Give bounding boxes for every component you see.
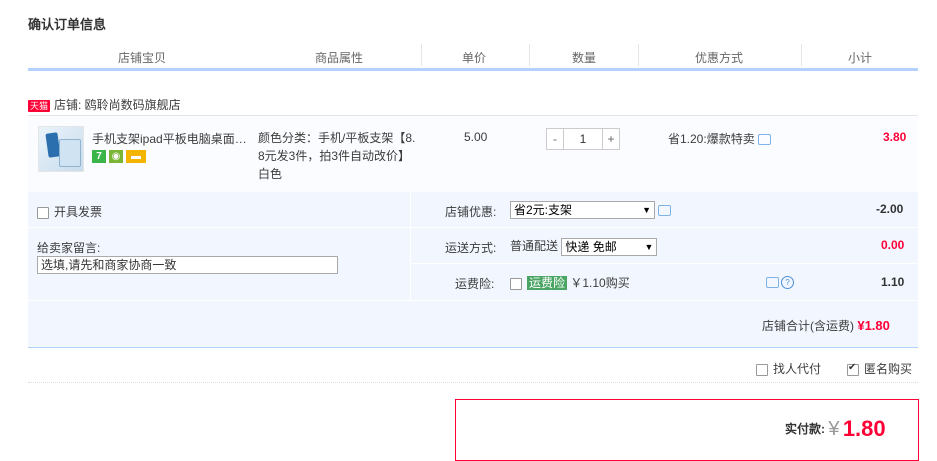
seller-message-input[interactable]: 选填,请先和商家协商一致: [37, 256, 338, 274]
insurance-tag: 运费险: [527, 276, 568, 290]
col-divider: [801, 44, 802, 66]
attr-line: 白色: [258, 167, 283, 181]
tmall-badge-icon: 天猫: [28, 99, 51, 112]
col-shop-item: 店铺宝贝: [118, 51, 167, 65]
proxy-pay-checkbox[interactable]: [756, 363, 768, 376]
column-header: 店铺宝贝 商品属性 单价 数量 优惠方式 小计: [28, 44, 918, 71]
col-divider: [638, 44, 639, 66]
proxy-pay-label: 找人代付: [773, 362, 822, 376]
divider: [28, 382, 918, 383]
shipping-label: 运送方式:: [445, 241, 497, 255]
divider: [411, 227, 919, 228]
credit-card-icon[interactable]: ▬: [126, 150, 146, 164]
seven-day-return-icon[interactable]: 7: [92, 150, 106, 164]
insurance-control: 运费险 ￥1.10购买: [510, 274, 630, 291]
insurance-label: 运费险:: [455, 277, 495, 291]
store-discount-amount: -2.00: [876, 202, 904, 216]
message-label: 给卖家留言:: [37, 241, 101, 255]
service-icons: 7 ◉ ▬: [92, 149, 149, 164]
anonymous-label: 匿名购买: [864, 362, 913, 376]
col-attributes: 商品属性: [315, 51, 364, 65]
payment-amount: 1.80: [842, 416, 886, 441]
proxy-pay-option[interactable]: 找人代付: [756, 360, 821, 377]
insurance-checkbox[interactable]: [510, 277, 522, 290]
chat-icon[interactable]: [658, 204, 671, 216]
anonymous-checkbox[interactable]: [847, 362, 859, 376]
store-total-value: ¥1.80: [857, 318, 890, 333]
consumer-protection-icon[interactable]: ◉: [109, 150, 123, 164]
divider: [411, 263, 919, 264]
store-discount-label: 店铺优惠:: [445, 205, 497, 219]
product-title[interactable]: 手机支架ipad平板电脑桌面…: [92, 130, 247, 147]
invoice-checkbox[interactable]: [37, 206, 49, 219]
shop-name[interactable]: 店铺: 鸥聆尚数码旗舰店: [54, 98, 181, 112]
currency-symbol: ¥: [828, 418, 840, 440]
quantity-stepper: -1 +: [546, 128, 620, 150]
col-divider: [421, 44, 422, 66]
chat-icon[interactable]: [766, 277, 779, 289]
shipping-amount: 0.00: [881, 238, 905, 252]
shipping-prefix: 普通配送: [510, 239, 559, 253]
store-discount-control: 省2元:支架 ▼: [510, 201, 671, 219]
dropdown-arrow-icon: ▼: [642, 205, 651, 215]
dropdown-arrow-icon: ▼: [644, 241, 654, 252]
store-discount-value: 省2元:支架: [514, 203, 573, 217]
col-subtotal: 小计: [848, 51, 873, 65]
shipping-control: 普通配送 快递 免邮 ▼: [510, 237, 658, 256]
help-icon[interactable]: ?: [781, 276, 794, 290]
unit-price: 5.00: [464, 130, 488, 144]
store-total-label: 店铺合计(含运费): [762, 319, 854, 333]
payment-total: 实付款: ¥ 1.80: [785, 416, 886, 442]
insurance-amount: 1.10: [881, 275, 905, 289]
col-divider: [529, 44, 530, 66]
order-item-row: 手机支架ipad平板电脑桌面… 7 ◉ ▬ 颜色分类：手机/平板支架【8. 8元发3…: [28, 115, 918, 193]
qty-plus-button[interactable]: +: [602, 128, 620, 150]
qty-minus-button[interactable]: -: [546, 128, 564, 150]
invoice-label: 开具发票: [54, 205, 103, 219]
shop-row: 天猫 店铺: 鸥聆尚数码旗舰店: [28, 96, 181, 113]
options-right: 店铺优惠: 省2元:支架 ▼ -2.00 运送方式: 普通配送 快递 免邮 ▼ 0.…: [410, 192, 919, 300]
page-title: 确认订单信息: [28, 17, 107, 32]
col-unit-price: 单价: [462, 51, 487, 65]
invoice-option[interactable]: 开具发票: [37, 203, 102, 220]
attr-line: 8元发3件，拍3件自动改价】: [258, 149, 411, 163]
item-subtotal: 3.80: [883, 130, 907, 144]
divider: [28, 300, 918, 301]
shipping-value: 快递 免邮: [565, 239, 617, 254]
discount-text: 省1.20:爆款特卖: [668, 132, 755, 146]
anonymous-option[interactable]: 匿名购买: [847, 360, 912, 377]
options-left: 开具发票 给卖家留言: 选填,请先和商家协商一致: [28, 192, 410, 300]
payment-summary: 实付款: ¥ 1.80: [455, 399, 919, 461]
col-discount: 优惠方式: [695, 51, 744, 65]
product-attributes: 颜色分类：手机/平板支架【8. 8元发3件，拍3件自动改价】 白色: [258, 129, 418, 183]
insurance-icons: ?: [763, 275, 794, 290]
order-options-panel: 开具发票 给卖家留言: 选填,请先和商家协商一致 店铺优惠: 省2元:支架 ▼ -…: [28, 192, 919, 348]
chat-icon[interactable]: [757, 134, 771, 146]
divider: [28, 227, 410, 228]
attr-line: 颜色分类：手机/平板支架【8.: [258, 131, 416, 145]
discount-info: 省1.20:爆款特卖: [668, 130, 771, 147]
product-thumbnail[interactable]: [38, 126, 84, 172]
qty-input[interactable]: 1: [564, 128, 602, 150]
insurance-price: ￥1.10购买: [570, 276, 630, 290]
store-total: 店铺合计(含运费) ¥1.80: [762, 317, 890, 334]
col-quantity: 数量: [572, 51, 597, 65]
shipping-select[interactable]: 快递 免邮 ▼: [561, 237, 658, 256]
payment-label: 实付款:: [785, 422, 825, 436]
store-discount-select[interactable]: 省2元:支架 ▼: [510, 201, 655, 219]
